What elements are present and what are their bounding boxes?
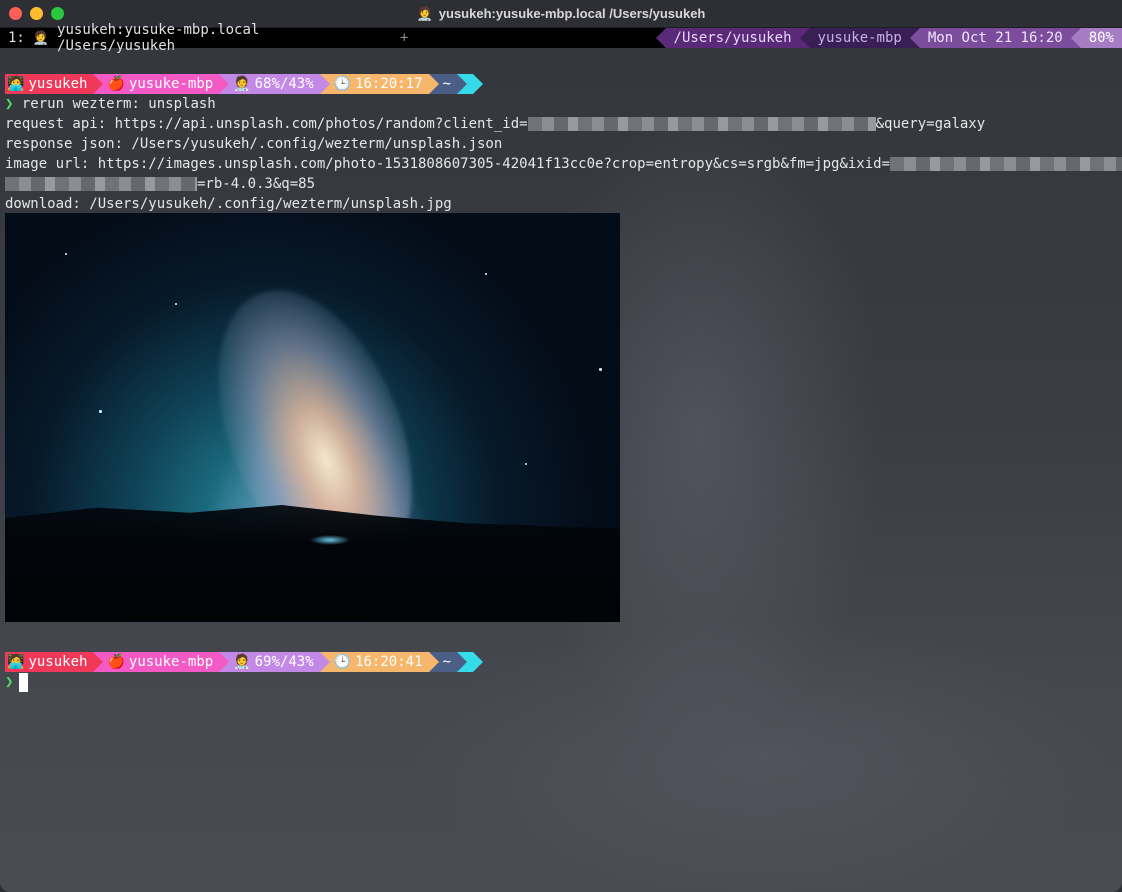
new-tab-button[interactable]: +	[390, 28, 408, 48]
window-title-text: yusukeh:yusuke-mbp.local /Users/yusukeh	[438, 6, 706, 21]
clock-icon: 🕒	[333, 76, 352, 92]
powerline-arrow-icon	[428, 74, 439, 94]
prompt-bar: 🧑‍💻 yusukeh 🍎 yusuke-mbp 🧑‍⚕️ 68%/43% 🕒 …	[5, 74, 1117, 94]
command-text: rerun wezterm: unsplash	[21, 96, 216, 112]
request-text: request api: https://api.unsplash.com/ph…	[5, 116, 528, 132]
status-datetime: Mon Oct 21 16:20	[919, 28, 1071, 48]
technologist-icon: 🧑‍💻	[7, 654, 25, 670]
person-emoji-icon: 🧑‍⚕️	[32, 30, 50, 46]
prompt-host: yusuke-mbp	[128, 76, 214, 92]
prompt-dir: ~	[442, 76, 451, 92]
terminal-output: 🧑‍💻 yusukeh 🍎 yusuke-mbp 🧑‍⚕️ 68%/43% 🕒 …	[5, 54, 1122, 214]
request-line: request api: https://api.unsplash.com/ph…	[5, 114, 1117, 134]
prompt-host-segment: 🍎 yusuke-mbp	[103, 652, 220, 672]
prompt-user-segment: 🧑‍💻 yusukeh	[5, 652, 94, 672]
star	[65, 253, 67, 255]
prompt-caret-icon: ❯	[5, 96, 14, 112]
prompt-bar: 🧑‍💻 yusukeh 🍎 yusuke-mbp 🧑‍⚕️ 69%/43% 🕒 …	[5, 652, 1117, 672]
status-host: yusuke-mbp	[809, 28, 910, 48]
right-status: /Users/yusukeh yusuke-mbp Mon Oct 21 16:…	[655, 28, 1122, 48]
terminal-output-2: 🧑‍💻 yusukeh 🍎 yusuke-mbp 🧑‍⚕️ 69%/43% 🕒 …	[5, 652, 1117, 692]
image-url-continuation: =rb-4.0.3&q=85	[5, 174, 1117, 194]
powerline-arrow-icon	[472, 74, 483, 94]
powerline-arrow-icon	[319, 652, 330, 672]
prompt-time-segment: 🕒 16:20:41	[329, 652, 429, 672]
image-url-line: image url: https://images.unsplash.com/p…	[5, 154, 1122, 174]
horizon-silhouette	[5, 505, 620, 622]
powerline-arrow-icon	[428, 652, 439, 672]
status-cwd: /Users/yusukeh	[665, 28, 800, 48]
download-line: download: /Users/yusukeh/.config/wezterm…	[5, 196, 452, 212]
prompt-battery-segment: 🧑‍⚕️ 69%/43%	[229, 652, 320, 672]
powerline-arrow-icon	[93, 652, 104, 672]
window-controls	[9, 7, 64, 20]
terminal-window: 🧑‍⚕️ yusukeh:yusuke-mbp.local /Users/yus…	[0, 0, 1122, 892]
input-line[interactable]: ❯	[5, 672, 1117, 692]
status-separator-icon	[655, 28, 666, 48]
person-emoji-icon: 🧑‍⚕️	[233, 654, 251, 670]
star	[99, 410, 102, 413]
command-line: ❯ rerun wezterm: unsplash	[5, 94, 1117, 114]
tab-1[interactable]: 1: 🧑‍⚕️ yusukeh:yusuke-mbp.local /Users/…	[0, 22, 390, 54]
prompt-caret-icon: ❯	[5, 674, 14, 690]
prompt-time: 16:20:41	[355, 654, 423, 670]
powerline-arrow-icon	[93, 74, 104, 94]
status-battery: 80%	[1080, 28, 1122, 48]
prompt-battery: 68%/43%	[254, 76, 314, 92]
powerline-arrow-icon	[219, 74, 230, 94]
status-separator-icon	[799, 28, 810, 48]
prompt-dir-segment: ~	[438, 652, 457, 672]
minimize-button[interactable]	[30, 7, 43, 20]
prompt-battery: 69%/43%	[254, 654, 314, 670]
star	[485, 273, 487, 275]
apple-icon: 🍎	[107, 654, 125, 670]
prompt-user: yusukeh	[28, 76, 88, 92]
tab-index: 1:	[8, 30, 25, 46]
powerline-arrow-icon	[472, 652, 483, 672]
powerline-arrow-icon	[219, 652, 230, 672]
prompt-host: yusuke-mbp	[128, 654, 214, 670]
tab-bar: 1: 🧑‍⚕️ yusukeh:yusuke-mbp.local /Users/…	[0, 22, 1122, 54]
distant-lights	[310, 535, 350, 545]
technologist-icon: 🧑‍💻	[7, 76, 25, 92]
star	[599, 368, 602, 371]
clock-icon: 🕒	[333, 654, 352, 670]
request-suffix: &query=galaxy	[875, 116, 986, 132]
close-button[interactable]	[9, 7, 22, 20]
prompt-battery-segment: 🧑‍⚕️ 68%/43%	[229, 74, 320, 94]
prompt-user: yusukeh	[28, 654, 88, 670]
prompt-dir: ~	[442, 654, 451, 670]
prompt-host-segment: 🍎 yusuke-mbp	[103, 74, 220, 94]
image-url-suffix: =rb-4.0.3&q=85	[197, 176, 316, 192]
redacted-block	[890, 157, 1122, 171]
galaxy-image	[5, 213, 620, 622]
powerline-arrow-icon	[456, 74, 467, 94]
prompt-dir-segment: ~	[438, 74, 457, 94]
person-emoji-icon: 🧑‍⚕️	[416, 5, 433, 21]
star	[175, 303, 177, 305]
star	[525, 463, 527, 465]
window-title: 🧑‍⚕️ yusukeh:yusuke-mbp.local /Users/yus…	[417, 6, 706, 22]
response-line: response json: /Users/yusukeh/.config/we…	[5, 136, 503, 152]
powerline-arrow-icon	[456, 652, 467, 672]
person-emoji-icon: 🧑‍⚕️	[233, 76, 251, 92]
tab-title: yusukeh:yusuke-mbp.local /Users/yusukeh	[57, 22, 260, 54]
zoom-button[interactable]	[51, 7, 64, 20]
status-separator-icon	[909, 28, 920, 48]
apple-icon: 🍎	[107, 76, 125, 92]
redacted-block	[527, 117, 876, 131]
status-separator-icon	[1070, 28, 1081, 48]
powerline-arrow-icon	[319, 74, 330, 94]
prompt-user-segment: 🧑‍💻 yusukeh	[5, 74, 94, 94]
redacted-block	[5, 177, 197, 191]
image-url-text: image url: https://images.unsplash.com/p…	[5, 156, 891, 172]
prompt-time-segment: 🕒 16:20:17	[329, 74, 429, 94]
prompt-time: 16:20:17	[355, 76, 423, 92]
text-cursor	[19, 672, 29, 692]
